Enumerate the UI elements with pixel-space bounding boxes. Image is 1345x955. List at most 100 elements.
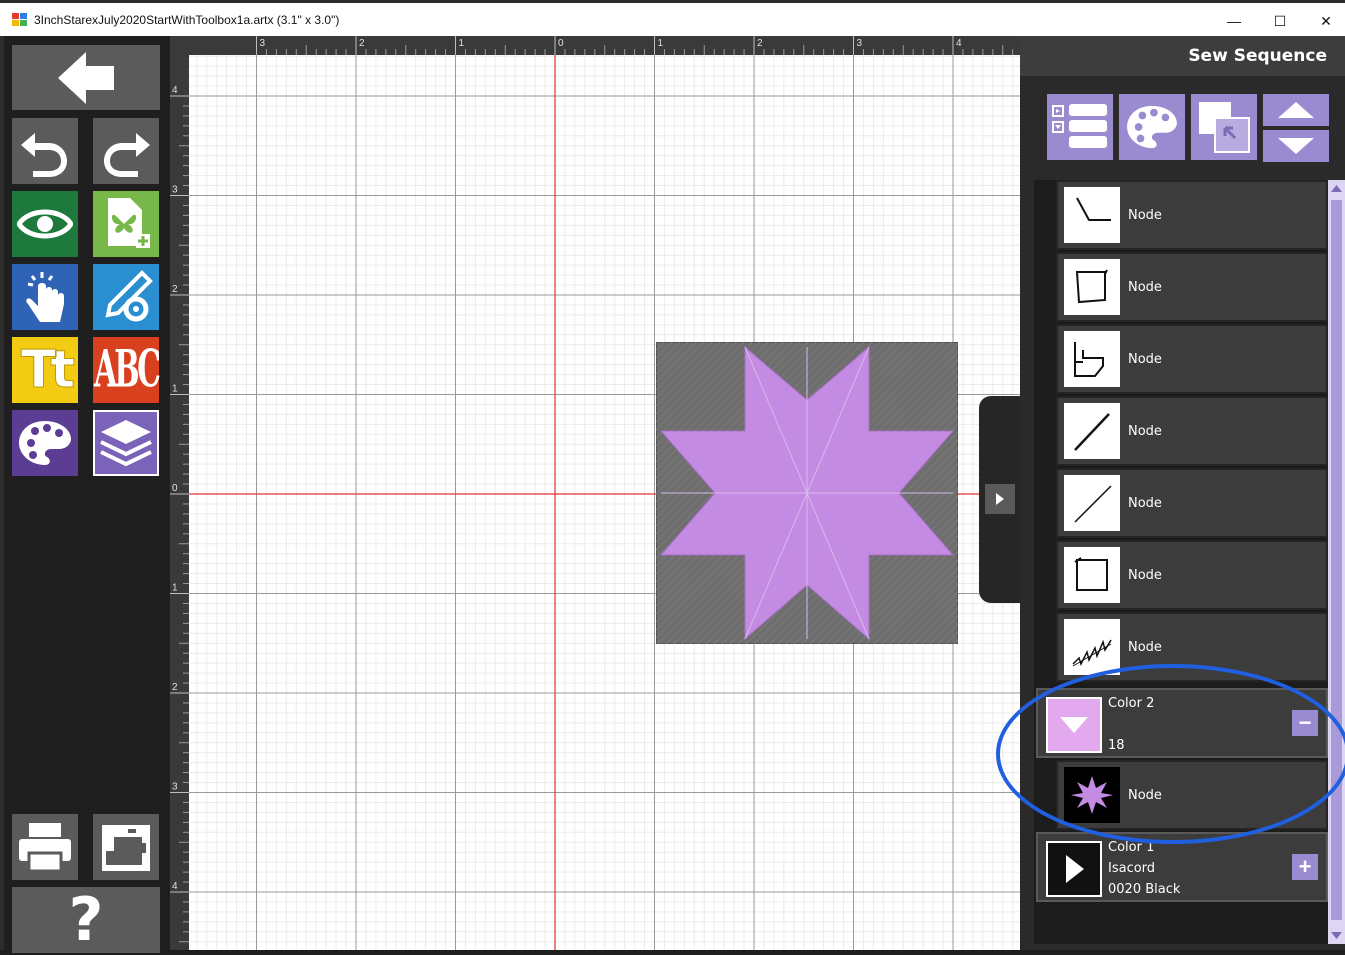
ruler-label: 4 bbox=[172, 85, 178, 96]
monogram-button[interactable]: ABC bbox=[93, 337, 161, 403]
list-view-button[interactable] bbox=[1047, 94, 1113, 160]
scrollbar-thumb[interactable] bbox=[1331, 200, 1342, 920]
eye-icon bbox=[17, 209, 73, 239]
text-button[interactable]: Tt bbox=[12, 337, 78, 403]
minus-icon: − bbox=[1298, 710, 1312, 735]
move-up-button[interactable] bbox=[1263, 94, 1329, 126]
list-item[interactable]: Node bbox=[1056, 468, 1328, 538]
overlap-button[interactable] bbox=[1191, 94, 1257, 160]
color-name: Color 2 bbox=[1108, 696, 1155, 711]
text-tt-icon: Tt bbox=[20, 340, 75, 400]
app-icon bbox=[12, 12, 28, 27]
collapse-panel-button[interactable] bbox=[985, 484, 1015, 514]
scroll-down-icon[interactable] bbox=[1328, 928, 1345, 942]
color-block-row[interactable]: Color 2 18 − bbox=[1036, 688, 1328, 758]
monogram-abc-icon: ABC bbox=[93, 340, 161, 400]
node-label: Node bbox=[1128, 639, 1162, 655]
redo-icon bbox=[104, 133, 150, 177]
triangle-down-icon bbox=[1060, 717, 1088, 733]
square-outline-icon bbox=[1064, 259, 1120, 315]
palette-icon bbox=[19, 421, 71, 465]
ruler-label: 3 bbox=[172, 185, 178, 196]
hatch-line bbox=[656, 342, 665, 351]
scroll-up-icon[interactable] bbox=[1328, 182, 1345, 196]
layers-button[interactable] bbox=[93, 410, 159, 476]
node-label: Node bbox=[1128, 787, 1162, 803]
sew-button[interactable] bbox=[93, 814, 159, 880]
palette-button[interactable] bbox=[12, 410, 78, 476]
add-design-button[interactable] bbox=[93, 191, 159, 257]
ruler-label: 2 bbox=[757, 38, 763, 49]
sewing-machine-icon bbox=[102, 825, 150, 871]
ruler-label: 0 bbox=[172, 483, 178, 494]
color-swatch bbox=[1046, 697, 1102, 753]
star-icon bbox=[1064, 767, 1120, 823]
palette-icon bbox=[1127, 105, 1177, 149]
overlap-icon bbox=[1199, 102, 1250, 153]
canvas-grid bbox=[189, 55, 1020, 950]
move-down-button[interactable] bbox=[1263, 130, 1329, 162]
edit-button[interactable] bbox=[93, 264, 159, 330]
maximize-icon: ☐ bbox=[1273, 12, 1287, 29]
ruler-label: 1 bbox=[658, 38, 664, 49]
color-swatch bbox=[1046, 841, 1102, 897]
expand-color-button[interactable]: + bbox=[1292, 854, 1318, 880]
maximize-button[interactable]: ☐ bbox=[1257, 6, 1303, 36]
ruler-label: 1 bbox=[459, 38, 465, 49]
select-button[interactable] bbox=[12, 264, 78, 330]
close-icon: ✕ bbox=[1320, 12, 1332, 29]
plus-icon: + bbox=[1298, 854, 1312, 879]
print-button[interactable] bbox=[12, 814, 78, 880]
node-label: Node bbox=[1128, 207, 1162, 223]
ruler-label: 3 bbox=[857, 38, 863, 49]
diagonal-line-icon bbox=[1064, 403, 1120, 459]
color-palette-button[interactable] bbox=[1119, 94, 1185, 160]
color-block-row[interactable]: Color 1 Isacord 0020 Black + bbox=[1036, 832, 1328, 902]
triangle-down-icon bbox=[1278, 138, 1314, 154]
ruler-label: 1 bbox=[172, 583, 178, 594]
left-toolbar: Tt ABC ? bbox=[0, 36, 170, 955]
close-button[interactable]: ✕ bbox=[1303, 6, 1345, 36]
pointer-hand-icon bbox=[26, 272, 64, 322]
back-button[interactable] bbox=[12, 45, 160, 110]
triangle-right-icon bbox=[1066, 855, 1084, 883]
redo-button[interactable] bbox=[93, 118, 159, 184]
list-scrollbar[interactable] bbox=[1328, 180, 1345, 944]
printer-icon bbox=[19, 823, 71, 873]
list-item[interactable]: Node bbox=[1056, 540, 1328, 610]
design-canvas[interactable] bbox=[189, 55, 1020, 950]
collapse-color-button[interactable]: − bbox=[1292, 710, 1318, 736]
undo-button[interactable] bbox=[12, 118, 78, 184]
sew-sequence-panel: Sew Sequence Node Node Node Node Node No… bbox=[1020, 36, 1345, 950]
list-item[interactable]: Node bbox=[1056, 324, 1328, 394]
help-button[interactable]: ? bbox=[12, 885, 160, 955]
ruler-label: 0 bbox=[558, 38, 564, 49]
list-item[interactable]: Node bbox=[1056, 760, 1328, 830]
title-bar: 3InchStarexJuly2020StartWithToolbox1a.ar… bbox=[0, 0, 1345, 36]
list-item[interactable]: Node bbox=[1056, 252, 1328, 322]
embroidery-design[interactable] bbox=[354, 342, 1020, 644]
window-title: 3InchStarexJuly2020StartWithToolbox1a.ar… bbox=[34, 12, 340, 27]
ruler-top: 3 2 1 0 1 2 3 4 bbox=[170, 36, 1020, 55]
list-item[interactable]: Node bbox=[1056, 396, 1328, 466]
view-button[interactable] bbox=[12, 191, 78, 257]
minimize-icon: — bbox=[1227, 13, 1241, 29]
ruler-label: 4 bbox=[956, 38, 962, 49]
list-item[interactable]: Node bbox=[1056, 612, 1328, 682]
minimize-button[interactable]: — bbox=[1211, 6, 1257, 36]
triangle-up-icon bbox=[1278, 102, 1314, 118]
layers-icon bbox=[100, 420, 152, 467]
ruler-label: 3 bbox=[172, 782, 178, 793]
list-item[interactable]: Node bbox=[1056, 180, 1328, 250]
ruler-label: 2 bbox=[172, 682, 178, 693]
node-label: Node bbox=[1128, 351, 1162, 367]
node-label: Node bbox=[1128, 279, 1162, 295]
diagonal-line-icon bbox=[1064, 475, 1120, 531]
butterfly-file-plus-icon bbox=[108, 198, 150, 248]
thread-brand: Isacord bbox=[1108, 861, 1156, 876]
list-icon bbox=[1052, 104, 1107, 148]
ruler-label: 3 bbox=[260, 38, 266, 49]
ruler-label: 2 bbox=[359, 38, 365, 49]
node-label: Node bbox=[1128, 495, 1162, 511]
ruler-label: 1 bbox=[172, 384, 178, 395]
